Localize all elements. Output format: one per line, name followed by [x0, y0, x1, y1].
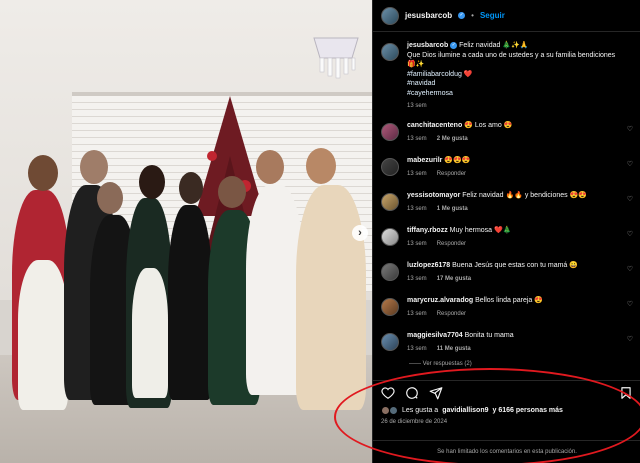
heart-icon[interactable]: ♡ [627, 230, 633, 238]
commenter-avatar[interactable] [381, 123, 399, 141]
comment-time: 13 sem [407, 275, 427, 282]
caption-author-avatar[interactable] [381, 43, 399, 61]
caption-line1: Feliz navidad 🎄✨🙏 [459, 42, 529, 49]
comment-username[interactable]: yessisotomayor [407, 192, 460, 199]
reply-button[interactable]: Responder [437, 170, 466, 180]
send-icon[interactable] [429, 386, 443, 400]
comment-username[interactable]: canchitacenteno [407, 122, 462, 129]
next-photo-button[interactable]: › [352, 225, 368, 241]
comment-username[interactable]: maggiesilva7704 [407, 332, 463, 339]
comment-item: marycruz.alvaradog Bellos linda pareja 😍… [381, 296, 633, 319]
heart-icon[interactable]: ♡ [627, 195, 633, 203]
comments-limited-notice: Se han limitado los comentarios en esta … [373, 440, 640, 463]
comment-username[interactable]: tiffany.rbozz [407, 227, 448, 234]
author-username[interactable]: jesusbarcob [405, 11, 452, 20]
hashtag-link[interactable]: #navidad [407, 80, 435, 87]
heart-icon[interactable] [381, 386, 395, 400]
caption-block: jesusbarcob ✓ Feliz navidad 🎄✨🙏 Que Dios… [381, 41, 633, 112]
comment-text: Bellos linda pareja 😍 [475, 297, 543, 304]
hashtag-link[interactable]: #cayehermosa [407, 90, 453, 97]
separator-dot: • [471, 11, 474, 20]
comment-likes[interactable]: 1 Me gusta [437, 205, 468, 215]
heart-icon[interactable]: ♡ [627, 265, 633, 273]
comment-item: mabezurilr 😍😍😍 13 sem Responder ♡ [381, 156, 633, 179]
likes-user[interactable]: gavidiallison9 [442, 407, 488, 414]
commenter-avatar[interactable] [381, 193, 399, 211]
comment-time: 13 sem [407, 240, 427, 247]
caption-username[interactable]: jesusbarcob [407, 42, 448, 49]
reply-button[interactable]: Responder [437, 240, 466, 250]
verified-icon: ✓ [458, 12, 466, 19]
comment-username[interactable]: mabezurilr [407, 157, 442, 164]
likes-summary[interactable]: Les gusta a gavidiallison9 y 6166 person… [381, 406, 563, 415]
liker-avatar [389, 406, 398, 415]
comment-time: 13 sem [407, 310, 427, 317]
caption-line2: Que Dios ilumine a cada uno de ustedes y… [407, 51, 616, 69]
caption-time: 13 sem [407, 103, 427, 109]
comment-username[interactable]: marycruz.alvaradog [407, 297, 473, 304]
comment-text: Muy hermosa ❤️🎄 [449, 227, 512, 234]
author-avatar[interactable] [381, 6, 399, 25]
post-photo: › [0, 0, 372, 463]
comment-item: canchitacenteno 😍 Los amo 😍 13 sem 2 Me … [381, 121, 633, 144]
post-header: jesusbarcob ✓ • Seguir [373, 0, 640, 32]
comment-text: Feliz navidad 🔥🔥 y bendiciones 😍😍 [462, 192, 588, 199]
comment-text: 😍😍😍 [444, 157, 471, 164]
comment-time: 13 sem [407, 345, 427, 352]
likes-suffix[interactable]: y 6166 personas más [493, 407, 563, 414]
chandelier-graphic [313, 37, 359, 79]
heart-icon[interactable]: ♡ [627, 125, 633, 133]
comment-username[interactable]: luzlopez6178 [407, 262, 450, 269]
comment-time: 13 sem [407, 205, 427, 212]
commenter-avatar[interactable] [381, 158, 399, 176]
comment-likes[interactable]: 2 Me gusta [437, 135, 468, 145]
comment-item: tiffany.rbozz Muy hermosa ❤️🎄 13 sem Res… [381, 226, 633, 249]
commenter-avatar[interactable] [381, 333, 399, 351]
heart-icon[interactable]: ♡ [627, 160, 633, 168]
comment-time: 13 sem [407, 135, 427, 142]
comment-text: Buena Jesús que estas con tu mamá 😀 [452, 262, 578, 269]
verified-icon: ✓ [450, 41, 458, 49]
follow-button[interactable]: Seguir [480, 11, 505, 20]
post-actions-bar [373, 380, 640, 404]
comment-time: 13 sem [407, 170, 427, 177]
view-replies-link[interactable]: —— Ver respuestas (2) [409, 361, 472, 367]
likes-prefix: Les gusta a [402, 407, 439, 414]
comment-text: 😍 Los amo 😍 [464, 122, 513, 129]
comment-text: Bonita tu mama [464, 332, 514, 339]
comment-icon[interactable] [405, 386, 419, 400]
comment-likes[interactable]: 11 Me gusta [437, 345, 471, 355]
comment-item: maggiesilva7704 Bonita tu mama 13 sem 11… [381, 331, 633, 354]
reply-button[interactable]: Responder [437, 310, 466, 320]
commenter-avatar[interactable] [381, 298, 399, 316]
comments-feed[interactable]: jesusbarcob ✓ Feliz navidad 🎄✨🙏 Que Dios… [373, 33, 640, 368]
commenter-avatar[interactable] [381, 228, 399, 246]
hashtag-link[interactable]: #familiabarcoldug ❤️ [407, 71, 473, 78]
heart-icon[interactable]: ♡ [627, 335, 633, 343]
comment-likes[interactable]: 17 Me gusta [437, 275, 471, 285]
comment-item: luzlopez6178 Buena Jesús que estas con t… [381, 261, 633, 284]
post-details-panel: jesusbarcob ✓ • Seguir jesusbarcob ✓ Fel… [372, 0, 640, 463]
post-date: 26 de diciembre de 2024 [381, 419, 448, 425]
commenter-avatar[interactable] [381, 263, 399, 281]
heart-icon[interactable]: ♡ [627, 300, 633, 308]
comment-item: yessisotomayor Feliz navidad 🔥🔥 y bendic… [381, 191, 633, 214]
bookmark-icon[interactable] [619, 386, 633, 400]
